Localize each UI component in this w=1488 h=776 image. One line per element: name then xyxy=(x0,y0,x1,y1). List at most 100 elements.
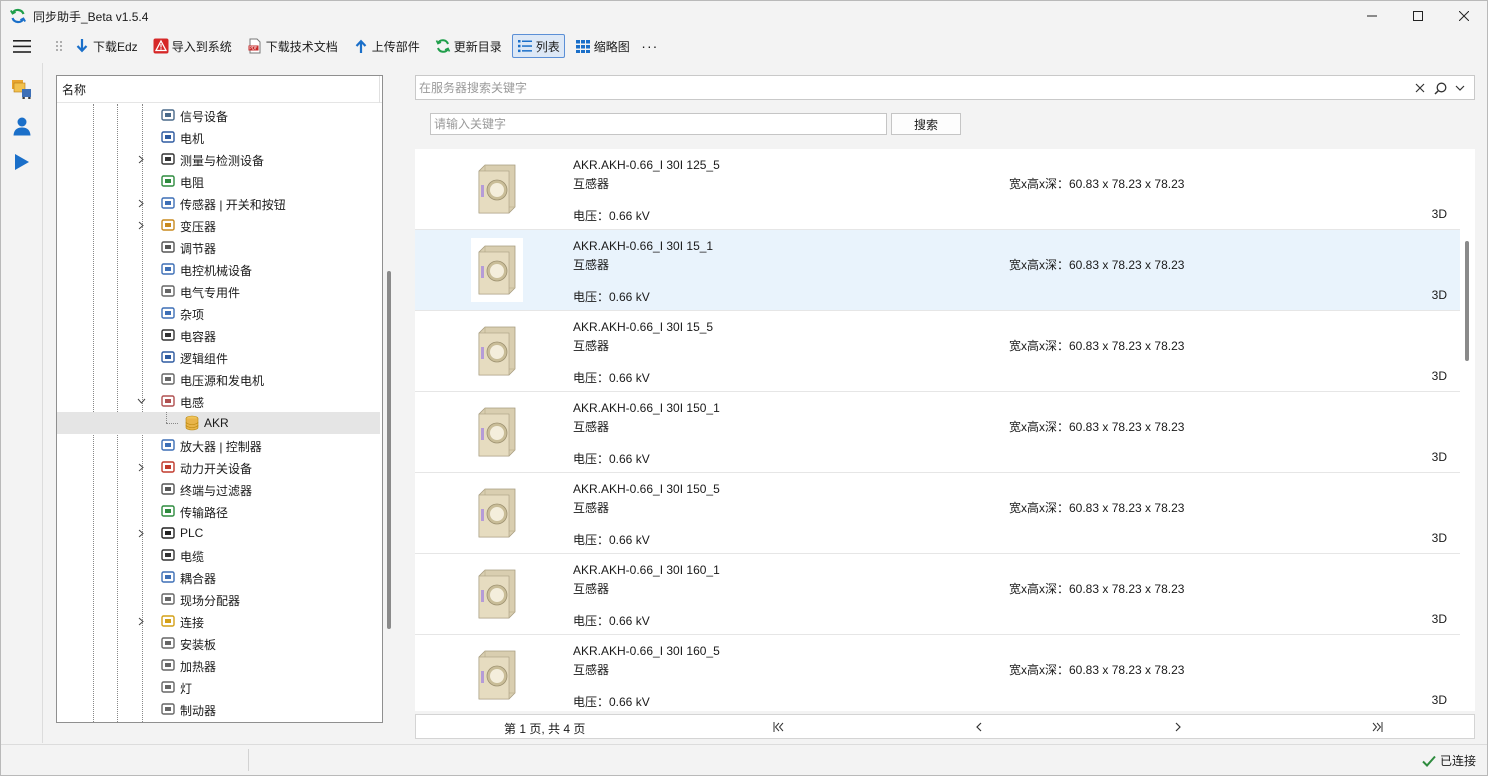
tree-item-label: 电容器 xyxy=(180,330,217,344)
search-button[interactable]: 搜索 xyxy=(891,113,961,135)
list-item[interactable]: AKR.AKH-0.66_I 30I 160_5 互感器 电压：0.66 kV 宽x高… xyxy=(415,635,1460,711)
svg-text:PDF: PDF xyxy=(249,46,258,51)
chevron-left-icon xyxy=(976,722,982,732)
tree-item[interactable]: 动力开关设备 xyxy=(57,456,380,478)
voltage-source-icon xyxy=(160,371,176,387)
chevron-down-icon xyxy=(1455,85,1465,91)
tree-item[interactable]: 电压源和发电机 xyxy=(57,368,380,390)
warning-import-icon xyxy=(153,38,169,54)
tree-item[interactable]: 安装板 xyxy=(57,632,380,654)
import-to-system-button[interactable]: 导入到系统 xyxy=(148,34,237,58)
tree-item[interactable]: 变压器 xyxy=(57,214,380,236)
part-thumbnail xyxy=(471,562,523,626)
tree-item[interactable]: AKR xyxy=(57,412,380,434)
run-nav-button[interactable] xyxy=(11,151,33,173)
catalog-nav-button[interactable] xyxy=(11,77,33,99)
expand-chevron-icon[interactable] xyxy=(136,462,146,472)
first-page-button[interactable] xyxy=(771,719,787,735)
part-dimensions: 宽x高x深：60.83 x 78.23 x 78.23 xyxy=(1009,258,1185,272)
tree-item[interactable]: 电控机械设备 xyxy=(57,258,380,280)
clear-search-button[interactable] xyxy=(1410,79,1430,97)
minimize-button[interactable] xyxy=(1349,1,1395,31)
main-content: 搜索 AKR.AKH-0.66_I 30I 160_5互感器电压：0.66 kV… xyxy=(415,75,1475,739)
tree-item[interactable]: 电感 xyxy=(57,390,380,412)
app-window: 同步助手_Beta v1.5.4 下载Edz 导入到系统 PDF 下载技术文档 … xyxy=(0,0,1488,776)
download-edz-button[interactable]: 下载Edz xyxy=(69,34,143,58)
expand-chevron-icon[interactable] xyxy=(136,220,146,230)
window-title: 同步助手_Beta v1.5.4 xyxy=(33,9,149,24)
transformer-icon xyxy=(160,217,176,233)
tree-item[interactable]: 现场分配器 xyxy=(57,588,380,610)
tree-item[interactable]: 电机 xyxy=(57,126,380,148)
upload-part-button[interactable]: 上传部件 xyxy=(348,34,425,58)
list-item[interactable]: AKR.AKH-0.66_I 30I 15_5 互感器 电压：0.66 kV 宽x高x… xyxy=(415,311,1460,392)
thumbnail-view-button[interactable]: 缩略图 xyxy=(570,34,635,58)
tree-item[interactable]: 连接 xyxy=(57,610,380,632)
part-type: 互感器 xyxy=(573,501,610,515)
hamburger-menu-icon[interactable] xyxy=(13,40,31,53)
tree-item[interactable]: 调节器 xyxy=(57,236,380,258)
expand-chevron-icon[interactable] xyxy=(136,154,146,164)
search-dropdown-button[interactable] xyxy=(1450,79,1470,97)
server-search-input[interactable] xyxy=(416,76,1396,99)
tree-item[interactable]: 电气专用件 xyxy=(57,280,380,302)
part-voltage: 电压：0.66 kV xyxy=(573,614,650,628)
tree-item[interactable]: 传输路径 xyxy=(57,500,380,522)
parts-list-scrollbar[interactable] xyxy=(1465,241,1469,361)
last-page-button[interactable] xyxy=(1369,719,1385,735)
keyword-input[interactable] xyxy=(430,113,887,135)
tree-item[interactable]: 加热器 xyxy=(57,654,380,676)
more-options-button[interactable]: ··· xyxy=(640,38,660,54)
tree-item-label: 连接 xyxy=(180,616,205,630)
tree-item[interactable]: 测量与检测设备 xyxy=(57,148,380,170)
tree-connector xyxy=(166,423,178,424)
server-search-button[interactable] xyxy=(1430,79,1450,97)
maximize-icon xyxy=(1413,11,1423,21)
expand-chevron-icon[interactable] xyxy=(136,616,146,626)
user-nav-button[interactable] xyxy=(11,115,33,137)
tree-item[interactable]: 逻辑组件 xyxy=(57,346,380,368)
tree-item[interactable]: 信号设备 xyxy=(57,104,380,126)
tree-item-label: AKR xyxy=(204,416,229,430)
list-item[interactable]: AKR.AKH-0.66_I 30I 125_5 互感器 电压：0.66 kV 宽x高… xyxy=(415,149,1460,230)
collapse-chevron-icon[interactable] xyxy=(136,396,146,406)
close-button[interactable] xyxy=(1441,1,1487,31)
tree-item[interactable]: 终端与过滤器 xyxy=(57,478,380,500)
tree-item[interactable]: 电阻 xyxy=(57,170,380,192)
expand-chevron-icon[interactable] xyxy=(136,528,146,538)
part-3d-tag: 3D xyxy=(1431,288,1447,302)
download-tech-docs-button[interactable]: PDF 下载技术文档 xyxy=(242,34,343,58)
tree-item-label: 灯 xyxy=(180,682,193,696)
tree-item[interactable]: 放大器 | 控制器 xyxy=(57,434,380,456)
tree-item[interactable]: 杂项 xyxy=(57,302,380,324)
next-page-button[interactable] xyxy=(1170,719,1186,735)
tree-item[interactable]: 传感器 | 开关和按钮 xyxy=(57,192,380,214)
previous-page-button[interactable] xyxy=(971,719,987,735)
tree-item[interactable]: 耦合器 xyxy=(57,566,380,588)
list-view-button[interactable]: 列表 xyxy=(511,34,565,58)
tree-scrollbar[interactable] xyxy=(387,271,391,629)
heater-icon xyxy=(160,657,176,673)
tree-item-label: 安装板 xyxy=(180,638,217,652)
part-type: 互感器 xyxy=(573,339,610,353)
tree-item-label: 终端与过滤器 xyxy=(180,484,253,498)
tree-item[interactable]: 电缆 xyxy=(57,544,380,566)
tree-item-label: 加热器 xyxy=(180,660,217,674)
list-item[interactable]: AKR.AKH-0.66_I 30I 150_5 互感器 电压：0.66 kV 宽x高… xyxy=(415,473,1460,554)
maximize-button[interactable] xyxy=(1395,1,1441,31)
expand-chevron-icon[interactable] xyxy=(136,198,146,208)
list-item[interactable]: AKR.AKH-0.66_I 30I 15_1 互感器 电压：0.66 kV 宽x高x… xyxy=(415,230,1460,311)
misc-icon xyxy=(160,305,176,321)
part-name: AKR.AKH-0.66_I 30I 150_5 xyxy=(573,482,720,496)
tree-item[interactable]: 制动器 xyxy=(57,698,380,720)
part-name: AKR.AKH-0.66_I 30I 160_1 xyxy=(573,563,720,577)
list-item[interactable]: AKR.AKH-0.66_I 30I 160_1 互感器 电压：0.66 kV 宽x高… xyxy=(415,554,1460,635)
tree-item[interactable]: 灯 xyxy=(57,676,380,698)
keyword-search-row: 搜索 xyxy=(430,113,961,135)
tree-item[interactable]: 电容器 xyxy=(57,324,380,346)
tree-item[interactable]: PLC xyxy=(57,522,380,544)
update-catalog-button[interactable]: 更新目录 xyxy=(430,34,507,58)
list-item[interactable]: AKR.AKH-0.66_I 30I 150_1 互感器 电压：0.66 kV 宽x高… xyxy=(415,392,1460,473)
toolbar-grip-icon[interactable] xyxy=(55,40,63,52)
mounting-plate-icon xyxy=(160,635,176,651)
